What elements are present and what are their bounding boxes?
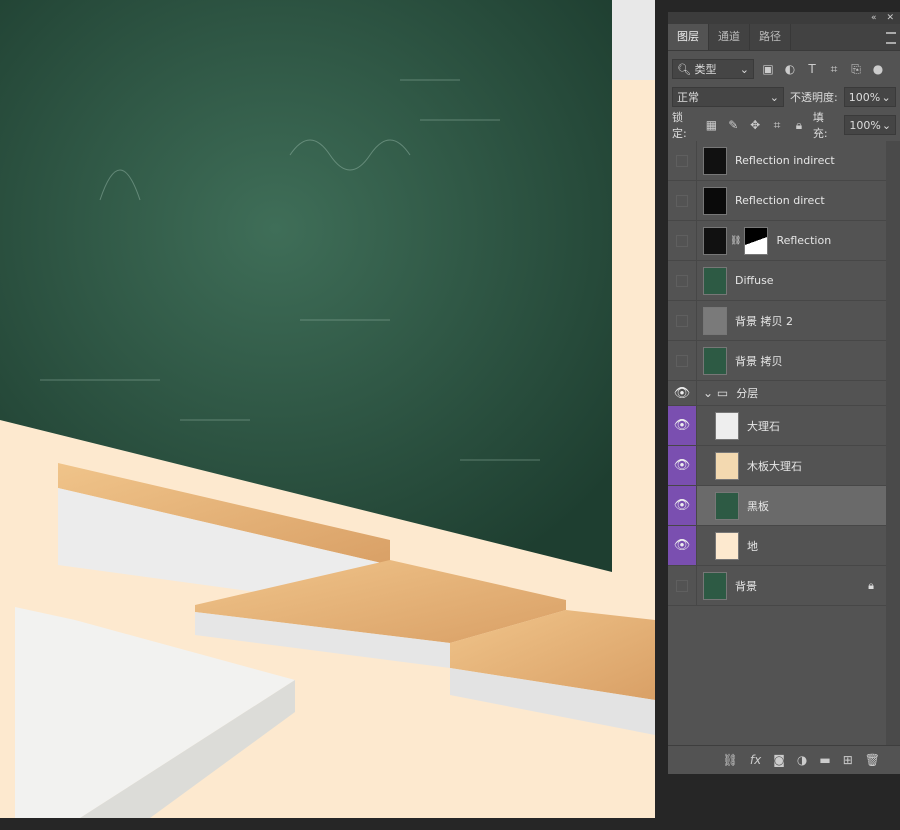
fill-label: 填充: [812, 111, 828, 140]
blend-mode-select[interactable]: 正常 ⌄ [672, 87, 784, 107]
layer-name: Diffuse [735, 274, 774, 287]
close-icon[interactable]: ✕ [886, 12, 894, 24]
lock-position-icon[interactable]: ✥ [747, 118, 763, 132]
eye-icon[interactable]: 👁︎ [668, 406, 697, 445]
collapse-icon[interactable]: « [871, 12, 877, 24]
eye-icon[interactable]: 👁︎ [668, 446, 697, 485]
layers-list: Reflection indirect Reflection direct ⛓ Ref… [668, 141, 886, 606]
panel-menu-icon[interactable] [886, 32, 896, 44]
layer-name: 背景 拷贝 2 [735, 314, 793, 328]
tab-layers[interactable]: 图层 [668, 24, 709, 50]
folder-icon[interactable]: ▬ [819, 753, 830, 767]
document-canvas[interactable] [0, 0, 655, 818]
layer-name: Reflection indirect [735, 154, 835, 167]
tab-channels[interactable]: 通道 [709, 24, 750, 50]
layer-thumbnail [715, 411, 739, 440]
layer-thumbnail [703, 306, 727, 335]
mask-icon[interactable]: ◙ [773, 753, 785, 767]
eye-icon[interactable]: 👁︎ [668, 526, 697, 565]
layer-thumbnail [703, 346, 727, 375]
layer-row[interactable]: Reflection direct [668, 181, 886, 221]
visibility-toggle[interactable] [668, 221, 697, 260]
opacity-input[interactable]: 100% ⌄ [843, 87, 896, 107]
layer-name: 木板大理石 [747, 459, 802, 473]
folder-icon[interactable]: ⌄ ▭ [703, 386, 728, 400]
layer-row[interactable]: Diffuse [668, 261, 886, 301]
layer-name: 背景 拷贝 [735, 354, 783, 368]
eye-icon[interactable]: 👁︎ [668, 486, 697, 525]
lock-icon: 🔒︎ [868, 578, 874, 592]
layer-thumbnail [703, 186, 727, 215]
layer-row[interactable]: 👁︎ 地 [668, 526, 886, 566]
layer-name: Reflection [776, 234, 832, 247]
smart-object-filter-icon[interactable]: ⎘ [848, 62, 864, 77]
layer-thumbnail [703, 226, 727, 255]
layer-name: 分层 [736, 387, 759, 400]
transparency-checker [612, 0, 655, 80]
lock-artboard-icon[interactable]: ⌗ [769, 118, 785, 133]
search-icon: 🔍︎ [677, 63, 691, 76]
fill-input[interactable]: 100% ⌄ [844, 115, 897, 135]
layer-row[interactable]: ⛓ Reflection [668, 221, 886, 261]
type-filter-icon[interactable]: T [804, 62, 820, 76]
layer-row[interactable]: 👁︎ 木板大理石 [668, 446, 886, 486]
layer-name: 黑板 [747, 499, 769, 513]
layer-row[interactable]: Reflection indirect [668, 141, 886, 181]
layer-row[interactable]: 背景 拷贝 [668, 341, 886, 381]
layer-row[interactable]: 背景 拷贝 2 [668, 301, 886, 341]
layer-thumbnail [703, 571, 727, 600]
layer-thumbnail [703, 266, 727, 295]
layer-group[interactable]: 👁︎ ⌄ ▭ 分层 [668, 381, 886, 406]
visibility-toggle[interactable] [668, 301, 697, 340]
lock-transparent-icon[interactable]: ▦ [704, 118, 720, 132]
layer-thumbnail [703, 146, 727, 175]
layer-name: Reflection direct [735, 194, 825, 207]
visibility-toggle[interactable] [668, 141, 697, 180]
fx-icon[interactable]: fx [750, 753, 761, 767]
layer-row[interactable]: 背景 🔒︎ [668, 566, 886, 606]
layer-name: 地 [747, 539, 758, 553]
adjustment-filter-icon[interactable]: ◐ [782, 62, 798, 76]
mask-link-icon[interactable]: ⛓ [730, 236, 741, 246]
new-layer-icon[interactable]: ⊞ [843, 753, 853, 767]
opacity-label: 不透明度: [790, 91, 838, 104]
adjustment-icon[interactable]: ◑ [797, 753, 807, 767]
lock-label: 锁定: [672, 111, 687, 140]
lock-all-icon[interactable]: 🔒︎ [791, 118, 807, 133]
chevron-down-icon: ⌄ [739, 62, 749, 76]
visibility-toggle[interactable] [668, 261, 697, 300]
layer-row[interactable]: 👁︎ 大理石 [668, 406, 886, 446]
trash-icon[interactable]: 🗑︎ [865, 753, 880, 767]
shape-filter-icon[interactable]: ⌗ [826, 62, 842, 77]
layer-thumbnail [715, 451, 739, 480]
tab-paths[interactable]: 路径 [750, 24, 791, 50]
lock-image-icon[interactable]: ✎ [725, 118, 741, 132]
layer-thumbnail [715, 531, 739, 560]
filter-toggle[interactable]: ● [870, 62, 886, 76]
visibility-toggle[interactable] [668, 181, 697, 220]
image-filter-icon[interactable]: ▣ [760, 62, 776, 76]
layer-row[interactable]: 👁︎ 黑板 [668, 486, 886, 526]
layer-name: 大理石 [747, 419, 780, 433]
link-icon[interactable]: ⛓ [723, 753, 738, 767]
layers-panel: « ✕ 图层 通道 路径 🔍︎ 类型 ⌄ ▣ ◐ T ⌗ ⎘ ● 正常 ⌄ 不透明度:… [668, 12, 900, 774]
eye-icon[interactable]: 👁︎ [668, 381, 697, 405]
visibility-toggle[interactable] [668, 566, 697, 605]
layer-mask-thumbnail[interactable] [744, 226, 769, 255]
scrollbar[interactable] [886, 141, 900, 746]
visibility-toggle[interactable] [668, 341, 697, 380]
layer-name: 背景 [735, 579, 757, 593]
filter-kind-select[interactable]: 🔍︎ 类型 ⌄ [672, 59, 754, 79]
layer-thumbnail [715, 491, 739, 520]
